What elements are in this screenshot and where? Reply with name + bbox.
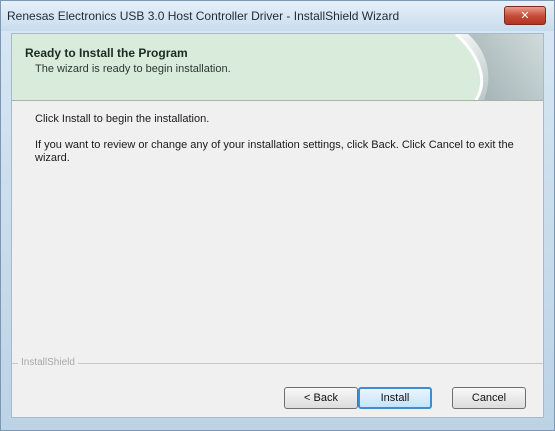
review-instruction: If you want to review or change any of y… xyxy=(35,139,514,164)
back-button[interactable]: < Back xyxy=(284,387,358,409)
wizard-banner-icon xyxy=(454,34,543,100)
installer-window: Renesas Electronics USB 3.0 Host Control… xyxy=(0,0,555,431)
close-button[interactable]: ✕ xyxy=(504,6,546,25)
install-instruction: Click Install to begin the installation. xyxy=(35,113,210,125)
wizard-panel: Ready to Install the Program The wizard … xyxy=(11,33,544,418)
wizard-header: Ready to Install the Program The wizard … xyxy=(12,34,543,101)
footer-divider xyxy=(12,363,543,364)
window-title: Renesas Electronics USB 3.0 Host Control… xyxy=(7,9,400,23)
install-button[interactable]: Install xyxy=(358,387,432,409)
title-bar[interactable]: Renesas Electronics USB 3.0 Host Control… xyxy=(1,1,554,31)
page-subtitle: The wizard is ready to begin installatio… xyxy=(35,63,231,75)
cancel-button[interactable]: Cancel xyxy=(452,387,526,409)
page-title: Ready to Install the Program xyxy=(25,46,188,60)
installshield-brand: InstallShield xyxy=(18,357,78,368)
